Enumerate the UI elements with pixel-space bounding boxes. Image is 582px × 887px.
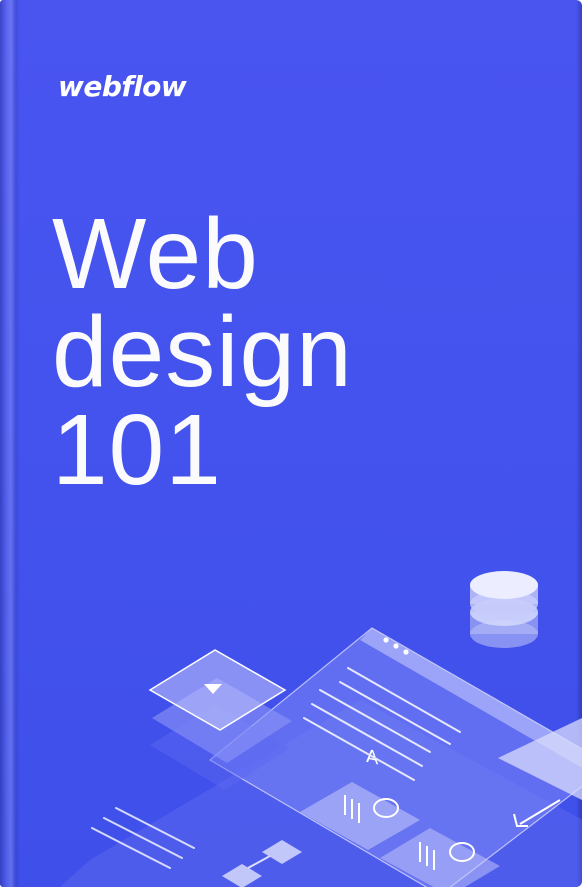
svg-text:A: A — [366, 746, 379, 769]
database-cylinder-icon — [470, 571, 538, 648]
book-cover: webflow Web design 101 A — [0, 0, 582, 887]
isometric-web-illustration: A — [60, 571, 582, 887]
